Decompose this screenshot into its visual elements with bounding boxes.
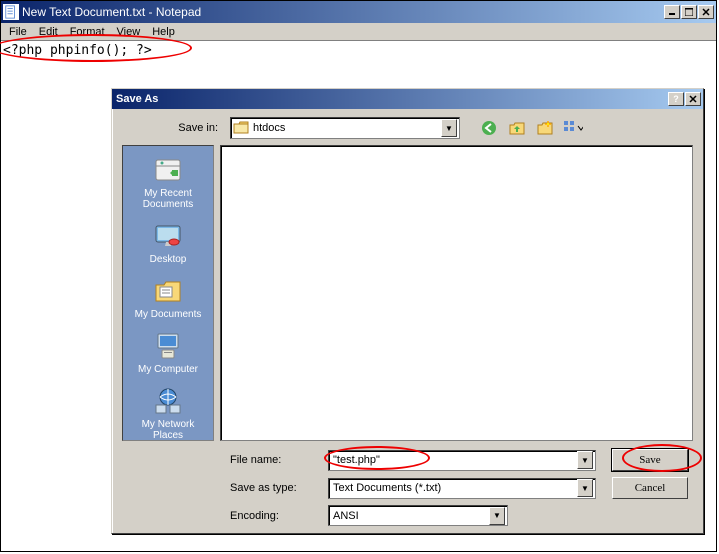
- place-recent-label: My Recent Documents: [143, 188, 194, 210]
- dropdown-arrow-icon[interactable]: ▼: [489, 507, 505, 525]
- mydocs-icon: [152, 275, 184, 307]
- recent-icon: [152, 154, 184, 186]
- file-list[interactable]: [220, 145, 693, 441]
- savein-label: Save in:: [122, 122, 222, 134]
- savetype-label: Save as type:: [220, 482, 328, 494]
- encoding-combo[interactable]: ANSI ▼: [328, 505, 508, 526]
- computer-icon: [152, 330, 184, 362]
- place-network-label: My Network Places: [142, 419, 195, 441]
- place-mydocs[interactable]: My Documents: [126, 271, 210, 324]
- close-button[interactable]: [698, 5, 714, 19]
- notepad-title: New Text Document.txt - Notepad: [22, 5, 664, 19]
- new-folder-button[interactable]: [534, 117, 556, 139]
- dialog-close-button[interactable]: [685, 92, 701, 106]
- view-menu-button[interactable]: [562, 117, 584, 139]
- place-desktop-label: Desktop: [150, 254, 187, 265]
- place-network[interactable]: My Network Places: [126, 381, 210, 445]
- place-recent[interactable]: My Recent Documents: [126, 150, 210, 214]
- folder-icon: [233, 121, 249, 135]
- save-button[interactable]: Save: [612, 449, 688, 471]
- encoding-value: ANSI: [331, 510, 489, 522]
- notepad-icon: [3, 4, 19, 20]
- place-mycomputer-label: My Computer: [138, 364, 198, 375]
- window-controls: [664, 5, 714, 19]
- savein-value: htdocs: [253, 122, 441, 134]
- notepad-titlebar: New Text Document.txt - Notepad: [1, 1, 716, 23]
- menu-help[interactable]: Help: [146, 24, 181, 40]
- back-button[interactable]: [478, 117, 500, 139]
- help-button[interactable]: ?: [668, 92, 684, 106]
- place-desktop[interactable]: Desktop: [126, 216, 210, 269]
- filename-label: File name:: [220, 454, 328, 466]
- filename-value: "test.php": [331, 454, 577, 466]
- menu-view[interactable]: View: [111, 24, 147, 40]
- menu-edit[interactable]: Edit: [33, 24, 64, 40]
- dropdown-arrow-icon[interactable]: ▼: [577, 479, 593, 497]
- desktop-icon: [152, 220, 184, 252]
- up-folder-button[interactable]: [506, 117, 528, 139]
- savetype-combo[interactable]: Text Documents (*.txt) ▼: [328, 478, 596, 499]
- dropdown-arrow-icon[interactable]: ▼: [441, 119, 457, 137]
- place-mycomputer[interactable]: My Computer: [126, 326, 210, 379]
- save-as-dialog: Save As ? Save in: htdocs ▼: [111, 88, 704, 534]
- menu-file[interactable]: File: [3, 24, 33, 40]
- place-mydocs-label: My Documents: [135, 309, 202, 320]
- minimize-button[interactable]: [664, 5, 680, 19]
- menubar: File Edit Format View Help: [1, 23, 716, 41]
- menu-format[interactable]: Format: [64, 24, 111, 40]
- saveas-title: Save As: [114, 93, 668, 105]
- maximize-button[interactable]: [681, 5, 697, 19]
- encoding-label: Encoding:: [220, 510, 328, 522]
- places-bar: My Recent Documents Desktop My Documents…: [122, 145, 214, 441]
- filename-combo[interactable]: "test.php" ▼: [328, 450, 596, 471]
- savein-combo[interactable]: htdocs ▼: [230, 117, 460, 139]
- cancel-button[interactable]: Cancel: [612, 477, 688, 499]
- saveas-titlebar: Save As ?: [112, 89, 703, 109]
- editor-content: <?php phpinfo(); ?>: [3, 43, 714, 58]
- dropdown-arrow-icon[interactable]: ▼: [577, 451, 593, 469]
- savetype-value: Text Documents (*.txt): [331, 482, 577, 494]
- network-icon: [152, 385, 184, 417]
